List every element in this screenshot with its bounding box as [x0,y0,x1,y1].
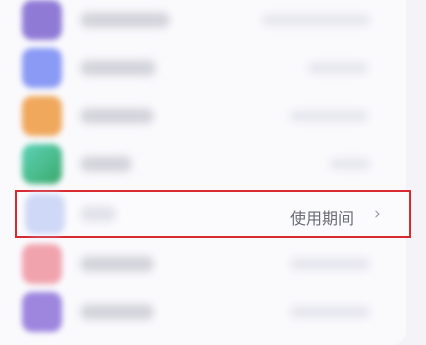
list-item[interactable] [0,138,406,190]
list-item[interactable] [0,0,406,46]
list-item[interactable] [0,238,406,290]
usage-period-value: 使用期间 [290,209,355,228]
blurred-label [80,206,116,222]
blurred-label [80,108,154,124]
app-icon [22,144,62,184]
app-icon [22,244,62,284]
app-icon [22,292,62,332]
blurred-value [290,258,370,270]
blurred-value [290,110,368,122]
blurred-value [290,306,370,318]
settings-panel [0,0,406,345]
blurred-label [80,256,154,272]
list-item[interactable] [0,90,406,142]
app-icon [25,194,65,234]
app-icon [22,0,62,40]
blurred-value [262,14,370,26]
blurred-label [80,60,156,76]
app-icon [22,96,62,136]
blurred-value [330,158,370,170]
chevron-right-icon: › [374,204,381,224]
blurred-value [308,62,368,74]
app-icon [22,48,62,88]
blurred-label [80,304,154,320]
list-item[interactable] [0,42,406,94]
blurred-label [80,12,170,28]
blurred-label [80,156,132,172]
list-item[interactable] [0,286,406,338]
